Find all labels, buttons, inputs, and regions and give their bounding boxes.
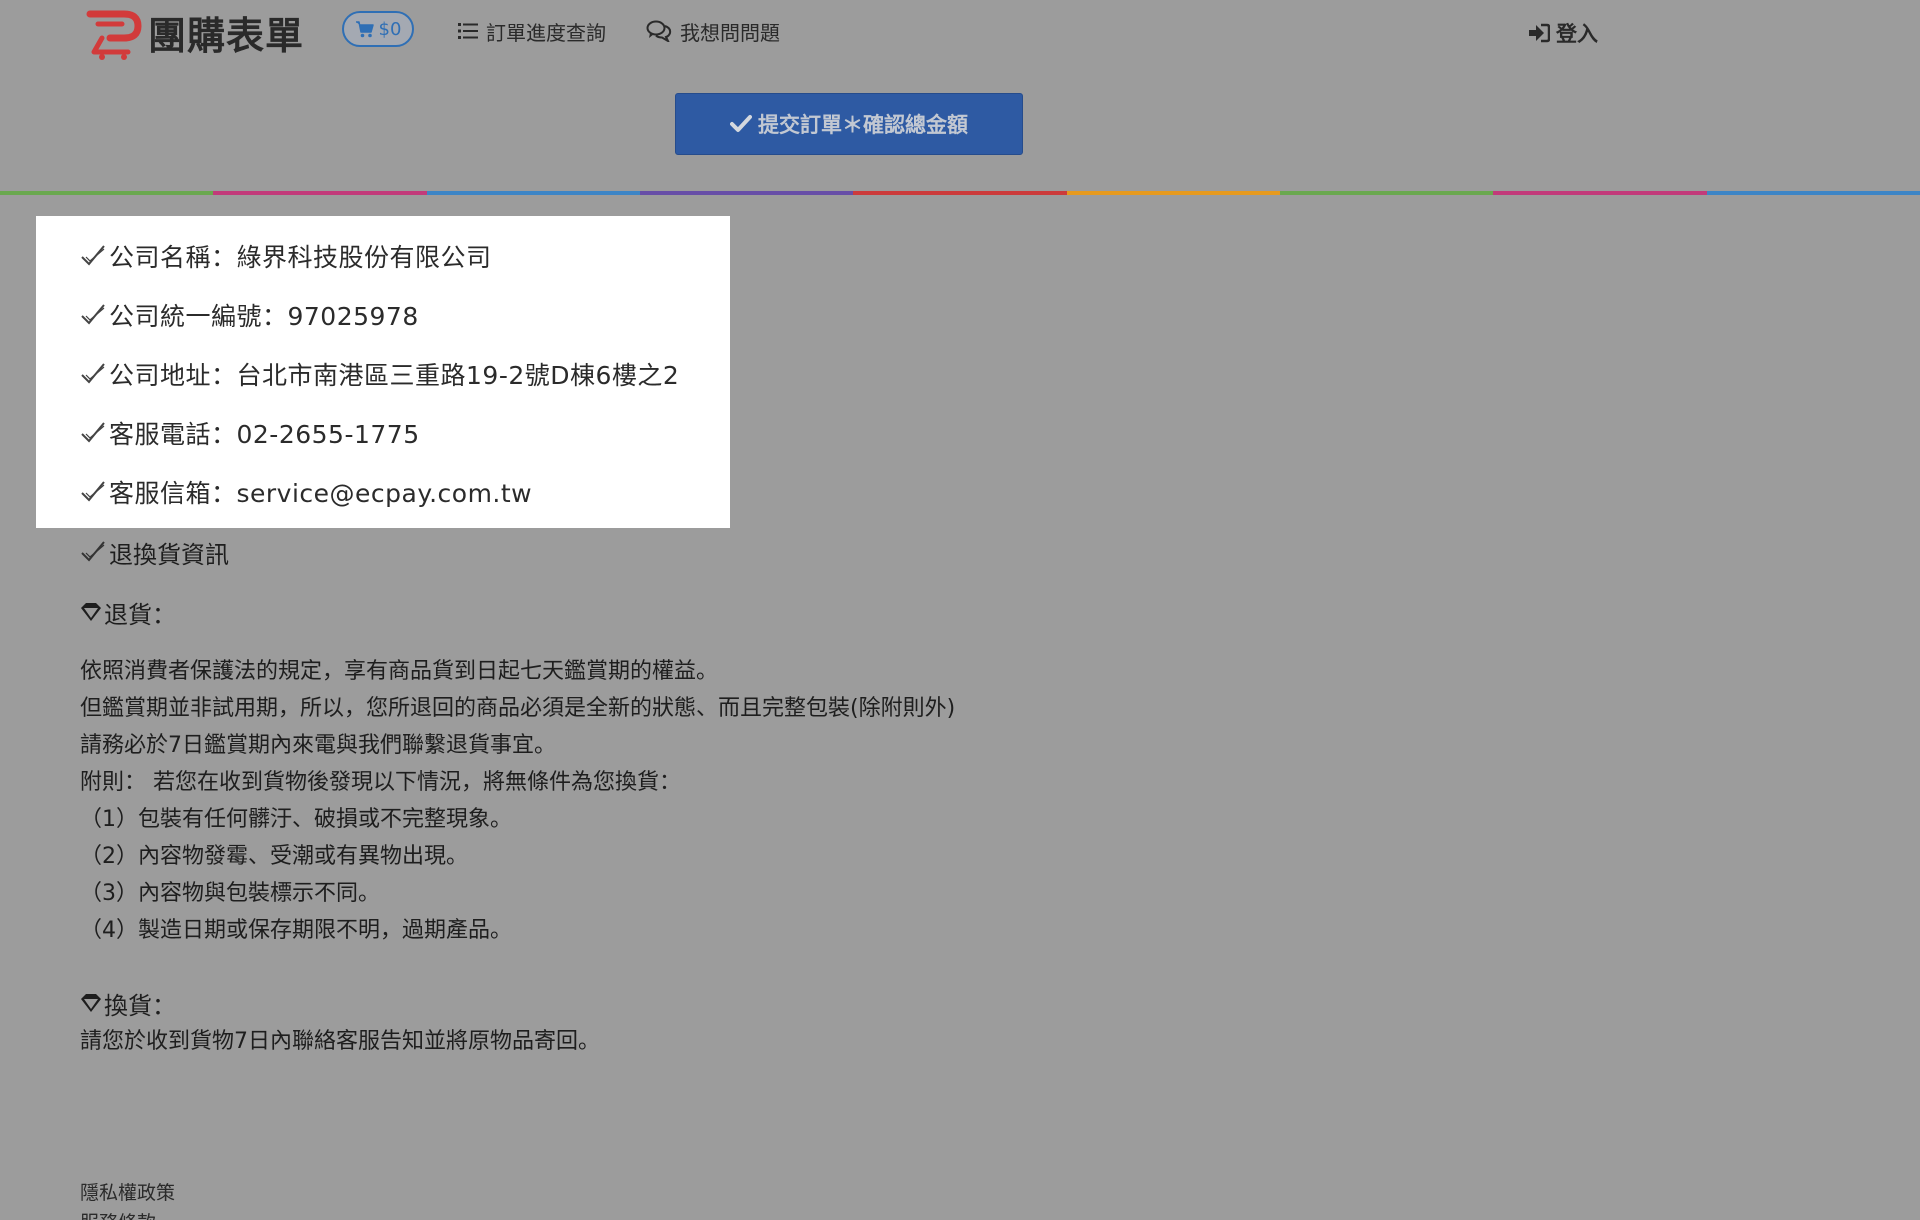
checkmark-icon [81, 481, 105, 502]
diamond-icon [81, 994, 101, 1012]
service-phone-text: 客服電話：02-2655-1775 [109, 420, 420, 449]
checkmark-icon [81, 363, 105, 384]
service-email: 客服信箱：service@ecpay.com.tw [80, 475, 532, 509]
chat-bubbles-icon [646, 20, 672, 42]
site-logo[interactable]: 團購表單 [84, 2, 304, 62]
nav-ask-question-label: 我想問問題 [680, 20, 780, 45]
exchange-heading: 換貨： [80, 986, 176, 1020]
divider-segment [426, 191, 640, 195]
company-name: 公司名稱：綠界科技股份有限公司 [80, 239, 492, 273]
submit-order-label: 提交訂單＊確認總金額 [758, 113, 968, 137]
checkmark-icon [81, 304, 105, 325]
policy-line: 請您於收到貨物7日內聯絡客服告知並將原物品寄回。 [80, 1029, 600, 1054]
divider-segment [0, 191, 214, 195]
login-label: 登入 [1556, 22, 1598, 46]
nav-order-status-label: 訂單進度查詢 [486, 20, 606, 45]
divider-segment [1493, 191, 1707, 195]
cart-button[interactable]: $0 [342, 11, 414, 47]
company-address-text: 公司地址：台北市南港區三重路19-2號D棟6樓之2 [109, 361, 680, 390]
policy-line: （1）包裝有任何髒汙、破損或不完整現象。 [80, 807, 512, 832]
diamond-icon [81, 603, 101, 621]
company-tax-id: 公司統一編號：97025978 [80, 298, 419, 332]
checkmark-icon [730, 115, 752, 132]
submit-order-button[interactable]: 提交訂單＊確認總金額 [675, 93, 1023, 155]
policy-line: （3）內容物與包裝標示不同。 [80, 881, 380, 906]
login-link[interactable]: 登入 [1528, 16, 1598, 50]
rainbow-divider [0, 191, 1920, 195]
cart-icon [355, 21, 374, 38]
checkmark-icon [81, 245, 105, 266]
policy-line: 依照消費者保護法的規定，享有商品貨到日起七天鑑賞期的權益。 [80, 659, 719, 684]
returns-heading-text: 退貨： [104, 600, 176, 629]
company-name-text: 公司名稱：綠界科技股份有限公司 [109, 243, 492, 272]
divider-segment [639, 191, 854, 195]
logo-icon [86, 10, 142, 60]
divider-segment [1706, 191, 1920, 195]
company-info-box: 公司名稱：綠界科技股份有限公司 公司統一編號：97025978 公司地址：台北市… [36, 216, 730, 528]
list-icon [458, 23, 478, 39]
nav-order-status[interactable]: 訂單進度查詢 [458, 14, 606, 48]
logo-text: 團購表單 [148, 13, 305, 58]
return-info-title-text: 退換貨資訊 [109, 540, 229, 569]
service-phone: 客服電話：02-2655-1775 [80, 416, 420, 450]
checkmark-icon [81, 422, 105, 443]
nav-ask-question[interactable]: 我想問問題 [646, 14, 780, 48]
terms-of-service-link[interactable]: 服務條款 [80, 1208, 156, 1220]
company-tax-id-text: 公司統一編號：97025978 [109, 302, 419, 331]
returns-heading: 退貨： [80, 595, 176, 629]
return-info-title: 退換貨資訊 [80, 535, 229, 569]
sign-in-icon [1529, 23, 1550, 43]
cart-amount: $0 [378, 18, 402, 40]
divider-segment [1279, 191, 1494, 195]
policy-line: 附則： 若您在收到貨物後發現以下情況，將無條件為您換貨： [80, 770, 681, 795]
policy-line: 請務必於7日鑑賞期內來電與我們聯繫退貨事宜。 [80, 733, 556, 758]
service-email-text: 客服信箱：service@ecpay.com.tw [109, 479, 533, 508]
divider-segment [853, 191, 1067, 195]
exchange-policy-text: 請您於收到貨物7日內聯絡客服告知並將原物品寄回。 [80, 1023, 600, 1060]
policy-line: 但鑑賞期並非試用期，所以，您所退回的商品必須是全新的狀態、而且完整包裝(除附則外… [80, 696, 956, 721]
company-address: 公司地址：台北市南港區三重路19-2號D棟6樓之2 [80, 357, 679, 391]
divider-segment [213, 191, 427, 195]
site-header: 團購表單 $0 訂單進度查詢 我想問問題 登入 提交訂單＊確認總金額 [0, 0, 1920, 190]
policy-line: （2）內容物發霉、受潮或有異物出現。 [80, 844, 468, 869]
policy-line: （4）製造日期或保存期限不明，過期產品。 [80, 918, 512, 943]
exchange-heading-text: 換貨： [104, 991, 176, 1020]
checkmark-icon [81, 541, 105, 562]
divider-segment [1066, 191, 1280, 195]
privacy-policy-link[interactable]: 隱私權政策 [80, 1178, 175, 1205]
returns-policy-text: 依照消費者保護法的規定，享有商品貨到日起七天鑑賞期的權益。 但鑑賞期並非試用期，… [80, 653, 955, 949]
